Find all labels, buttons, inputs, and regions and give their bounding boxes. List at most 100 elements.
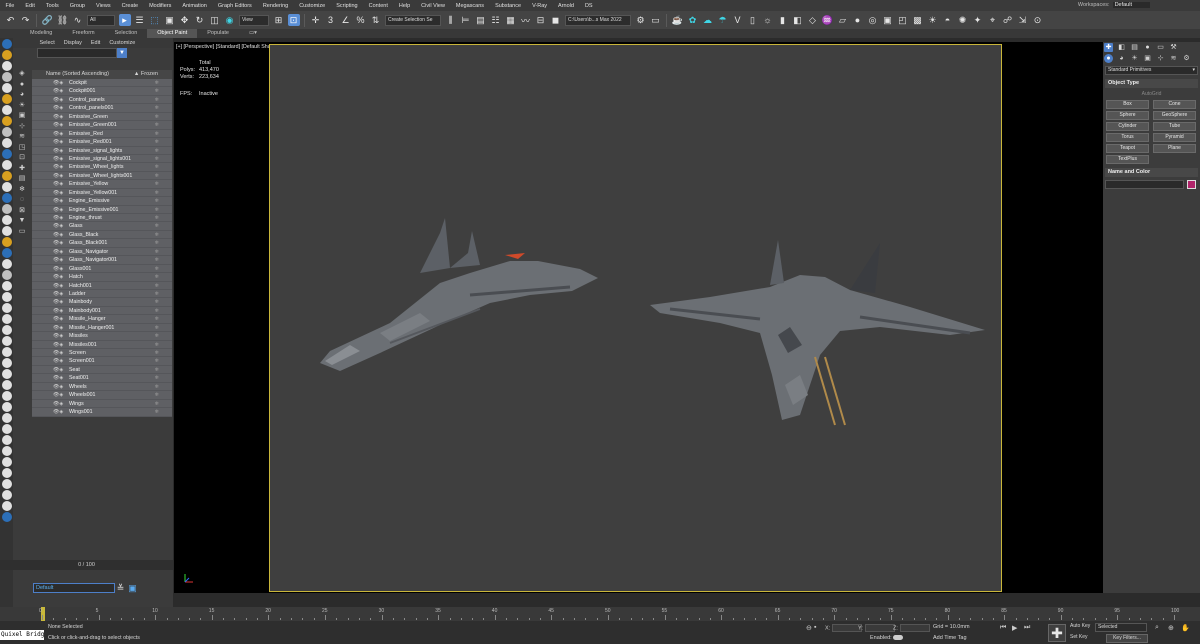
list-item[interactable]: 👁◈ Glass_Navigator001 ❄ [32, 256, 172, 265]
tool-shortcut-icon[interactable] [1, 226, 12, 236]
rectangular-selection-icon[interactable]: ⬚ [149, 14, 161, 26]
freeze-icon[interactable]: ❄ [155, 96, 159, 103]
cone-button[interactable]: Cone [1153, 100, 1196, 109]
list-item[interactable]: 👁◈ Emissive_Red001 ❄ [32, 138, 172, 147]
freeze-icon[interactable]: ❄ [155, 315, 159, 322]
key-filters-button[interactable]: Key Filters... [1106, 634, 1148, 643]
isolate-icon[interactable]: ⊖ [806, 624, 812, 632]
tool-shortcut-icon[interactable] [1, 402, 12, 412]
menu-file[interactable]: File [0, 3, 20, 9]
freeze-icon[interactable]: ❄ [155, 265, 159, 272]
vray-ies-icon[interactable]: ✦ [972, 14, 984, 26]
menu-customize[interactable]: Customize [294, 3, 331, 9]
menu-v-ray[interactable]: V-Ray [527, 3, 553, 9]
list-item[interactable]: 👁◈ Screen001 ❄ [32, 357, 172, 366]
list-item[interactable]: 👁◈ Missile_Hanger ❄ [32, 315, 172, 324]
sphere-button[interactable]: Sphere [1106, 111, 1149, 120]
visibility-eye-icon[interactable]: 👁◈ [53, 282, 63, 289]
visibility-eye-icon[interactable]: 👁◈ [53, 231, 63, 238]
visibility-eye-icon[interactable]: 👁◈ [53, 307, 63, 314]
material-editor-icon[interactable]: ◼ [550, 14, 562, 26]
select-move-icon[interactable]: ✥ [179, 14, 191, 26]
object-name-input[interactable] [1105, 180, 1184, 189]
visibility-eye-icon[interactable]: 👁◈ [53, 172, 63, 179]
vray-fur-icon[interactable]: ♒ [822, 14, 834, 26]
menu-ds[interactable]: DS [579, 3, 598, 9]
cylinder-button[interactable]: Cylinder [1106, 122, 1149, 131]
motion-tab-icon[interactable]: ● [1143, 43, 1152, 52]
visibility-eye-icon[interactable]: 👁◈ [53, 400, 63, 407]
visibility-eye-icon[interactable]: 👁◈ [53, 147, 63, 154]
vray-dome-icon[interactable]: ◓ [942, 14, 954, 26]
percent-snap-icon[interactable]: % [355, 14, 367, 26]
visibility-eye-icon[interactable]: 👁◈ [53, 332, 63, 339]
visibility-eye-icon[interactable]: 👁◈ [53, 206, 63, 213]
tool-shortcut-icon[interactable] [1, 138, 12, 148]
visibility-eye-icon[interactable]: 👁◈ [53, 273, 63, 280]
scene-menu-select[interactable]: Select [35, 40, 59, 46]
cameras-category-icon[interactable]: ▣ [1143, 54, 1152, 63]
reference-coordinate-dropdown[interactable]: View [239, 14, 269, 26]
frozen-filter-icon[interactable]: ❄ [18, 186, 26, 194]
z-field[interactable] [899, 624, 930, 632]
freeze-icon[interactable]: ❄ [155, 79, 159, 86]
ribbon-tab-populate[interactable]: Populate [197, 29, 239, 38]
containers-filter-icon[interactable]: ▤ [18, 175, 26, 183]
visibility-eye-icon[interactable]: 👁◈ [53, 298, 63, 305]
visibility-eye-icon[interactable]: 👁◈ [53, 374, 63, 381]
vray-mesh-icon[interactable]: ◇ [807, 14, 819, 26]
lights-filter-icon[interactable]: ☀ [18, 102, 26, 110]
list-item[interactable]: 👁◈ Ladder ❄ [32, 289, 172, 299]
list-item[interactable]: 👁◈ Screen ❄ [32, 349, 172, 358]
visibility-eye-icon[interactable]: 👁◈ [53, 121, 63, 128]
render-iterative-icon[interactable]: ☁ [702, 14, 714, 26]
list-item[interactable]: 👁◈ Glass_Black001 ❄ [32, 239, 172, 248]
render-cloud-icon[interactable]: ☂ [717, 14, 729, 26]
ribbon-options-icon[interactable]: ▭▾ [239, 29, 267, 38]
y-field[interactable] [864, 624, 895, 632]
groups-filter-icon[interactable]: ◳ [18, 144, 26, 152]
vray-camera2-icon[interactable]: ⌖ [987, 14, 999, 26]
list-item[interactable]: 👁◈ Seat001 ❄ [32, 374, 172, 383]
visibility-eye-icon[interactable]: 👁◈ [53, 222, 63, 229]
visibility-eye-icon[interactable]: 👁◈ [53, 180, 63, 187]
vray-lights-icon[interactable]: ☼ [762, 14, 774, 26]
display-tab-icon[interactable]: ▭ [1156, 43, 1165, 52]
snaps-toggle-icon[interactable]: ✛ [310, 14, 322, 26]
layer-toggle-icon[interactable]: ▣ [127, 582, 139, 594]
list-item[interactable]: 👁◈ Engine_thrust ❄ [32, 214, 172, 223]
menu-edit[interactable]: Edit [20, 3, 40, 9]
project-path-dropdown[interactable]: C:\Users\b...s Max 2022 [565, 14, 631, 26]
list-item[interactable]: 👁◈ Glass ❄ [32, 222, 172, 231]
tool-shortcut-icon[interactable] [1, 380, 12, 390]
tool-shortcut-icon[interactable] [1, 149, 12, 159]
visibility-eye-icon[interactable]: 👁◈ [53, 256, 63, 263]
primitive-type-dropdown[interactable]: Standard Primitives [1105, 66, 1198, 75]
coord-x[interactable]: X: [825, 624, 863, 632]
list-item[interactable]: 👁◈ Emissive_signal_lights001 ❄ [32, 154, 172, 164]
filter-icon[interactable]: ▼ [117, 48, 127, 58]
select-manipulate-icon[interactable]: ⊡ [287, 14, 300, 26]
freeze-icon[interactable]: ❄ [155, 332, 159, 339]
key-selection-dropdown[interactable]: Selected [1095, 623, 1147, 632]
spinner-snap-icon[interactable]: ⇅ [370, 14, 382, 26]
coord-z[interactable]: Z: [893, 624, 930, 632]
select-by-name-icon[interactable]: ☰ [134, 14, 146, 26]
visibility-eye-icon[interactable]: 👁◈ [53, 383, 63, 390]
menu-substance[interactable]: Substance [490, 3, 527, 9]
lock-icon[interactable]: ▪ [814, 624, 816, 631]
freeze-icon[interactable]: ❄ [155, 349, 159, 356]
list-item[interactable]: 👁◈ Seat ❄ [32, 365, 172, 375]
visibility-eye-icon[interactable]: 👁◈ [53, 265, 63, 272]
tool-shortcut-icon[interactable] [1, 171, 12, 181]
menu-graph-editors[interactable]: Graph Editors [212, 3, 257, 9]
tool-shortcut-icon[interactable] [1, 39, 12, 49]
freeze-icon[interactable]: ❄ [155, 298, 159, 305]
vray-light-icon[interactable]: ✺ [957, 14, 969, 26]
add-time-tag[interactable]: Add Time Tag [933, 635, 967, 641]
tool-shortcut-icon[interactable] [1, 61, 12, 71]
tool-shortcut-icon[interactable] [1, 457, 12, 467]
list-item[interactable]: 👁◈ Hatch ❄ [32, 273, 172, 282]
tool-shortcut-icon[interactable] [1, 435, 12, 445]
visibility-eye-icon[interactable]: 👁◈ [53, 197, 63, 204]
